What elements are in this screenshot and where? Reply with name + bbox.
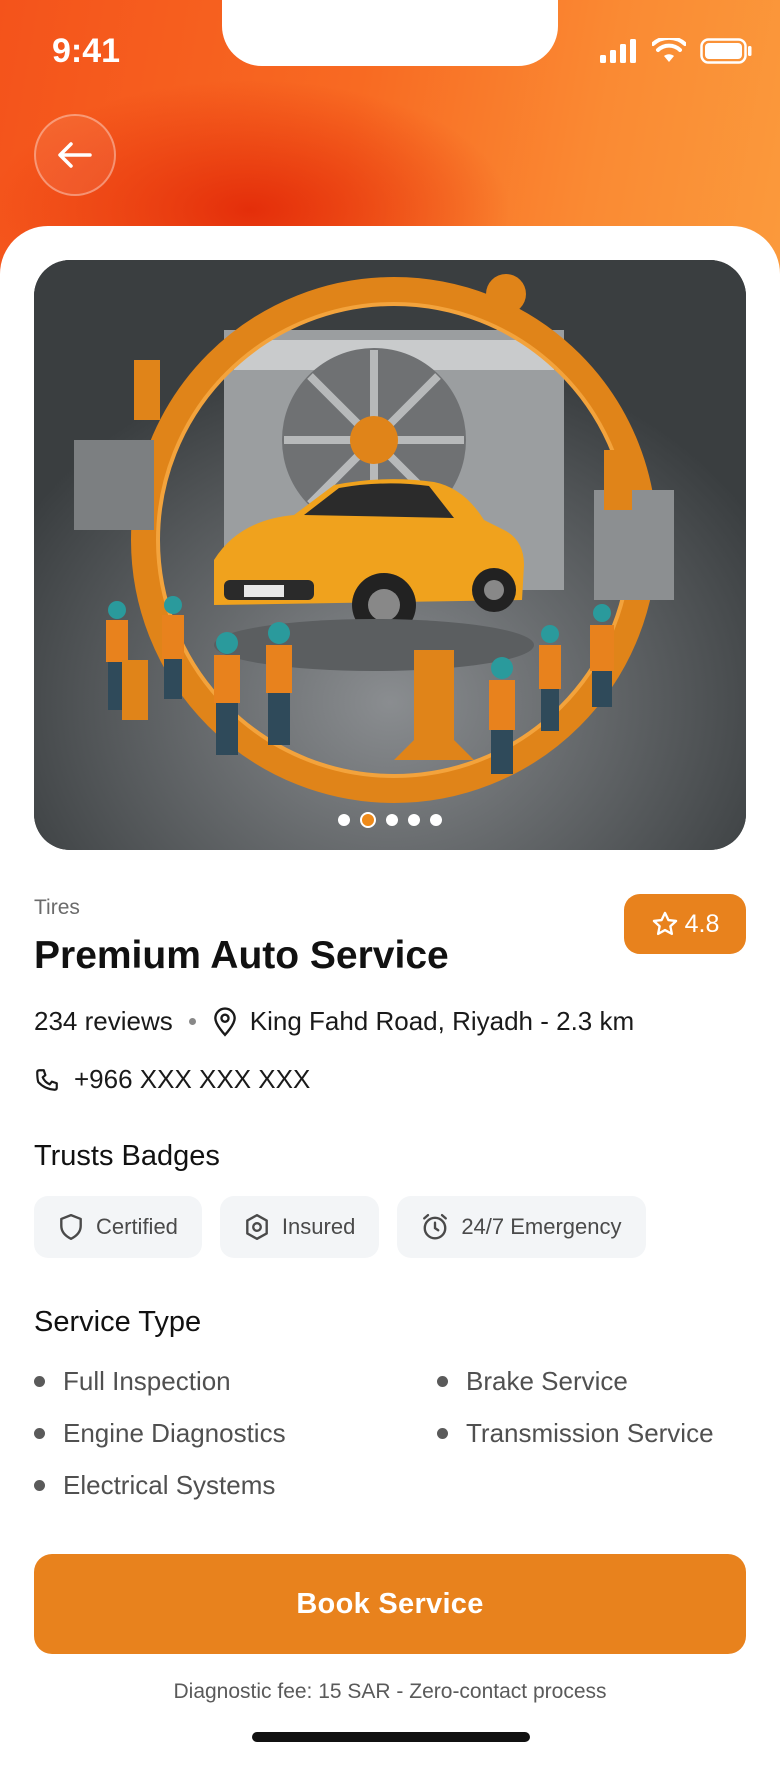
phone-row[interactable]: +966 XXX XXX XXX: [34, 1064, 310, 1095]
hexagon-badge-icon: [246, 1213, 268, 1241]
bullet: [437, 1376, 448, 1387]
diagnostic-fee-note: Diagnostic fee: 15 SAR - Zero-contact pr…: [173, 1680, 607, 1703]
shield-icon: [60, 1213, 82, 1241]
trust-badges: Certified Insured 24/7 Emergency: [34, 1196, 646, 1258]
rating-value: 4.8: [684, 909, 720, 938]
battery-icon: [700, 38, 752, 64]
badge-label: Insured: [281, 1214, 356, 1239]
back-button[interactable]: [34, 114, 116, 196]
shop-phone[interactable]: +966 XXX XXX XXX: [74, 1064, 310, 1095]
home-indicator[interactable]: [252, 1732, 530, 1742]
service-label: Full Inspection: [63, 1366, 231, 1396]
status-icons: [600, 38, 752, 64]
signal-icon: [600, 39, 636, 63]
service-item: Engine Diagnostics: [34, 1418, 286, 1449]
status-time: 9:41: [52, 32, 121, 70]
carousel-dot[interactable]: [430, 814, 442, 826]
bullet: [437, 1428, 448, 1439]
trust-badges-title: Trusts Badges: [34, 1140, 220, 1172]
service-type-title: Service Type: [34, 1306, 202, 1338]
device-notch: [222, 0, 558, 66]
wifi-icon: [652, 38, 686, 62]
shop-meta: 234 reviews King Fahd Road, Riyadh - 2.3…: [34, 1006, 634, 1037]
bullet: [34, 1480, 45, 1491]
service-label: Electrical Systems: [63, 1470, 276, 1500]
carousel-dot[interactable]: [408, 814, 420, 826]
service-item: Full Inspection: [34, 1366, 231, 1397]
shop-location[interactable]: King Fahd Road, Riyadh - 2.3 km: [250, 1006, 634, 1037]
carousel-dots: [34, 812, 746, 828]
rating-badge: 4.8: [624, 894, 746, 954]
location-pin-icon: [213, 1006, 236, 1037]
service-label: Brake Service: [466, 1366, 628, 1396]
star-icon: [652, 911, 677, 936]
shop-name: Premium Auto Service: [34, 934, 449, 977]
badge-label: Certified: [96, 1214, 178, 1239]
bullet: [34, 1428, 45, 1439]
bullet: [34, 1376, 45, 1387]
book-service-button[interactable]: Book Service: [34, 1554, 746, 1654]
service-item: Transmission Service: [437, 1418, 714, 1449]
badge-insured: Insured: [219, 1196, 380, 1258]
service-label: Engine Diagnostics: [63, 1418, 286, 1448]
reviews-count[interactable]: 234 reviews: [34, 1006, 173, 1037]
badge-emergency: 24/7 Emergency: [397, 1196, 646, 1258]
badge-certified: Certified: [34, 1196, 202, 1258]
service-item: Electrical Systems: [34, 1470, 275, 1501]
arrow-left-icon: [58, 142, 92, 168]
service-image-carousel[interactable]: [34, 260, 746, 850]
phone-icon: [36, 1068, 58, 1091]
service-item: Brake Service: [437, 1366, 628, 1397]
service-label: Transmission Service: [466, 1418, 714, 1448]
badge-label: 24/7 Emergency: [461, 1214, 622, 1239]
carousel-dot[interactable]: [386, 814, 398, 826]
alarm-clock-icon: [423, 1213, 448, 1240]
carousel-dot[interactable]: [338, 814, 350, 826]
separator-dot: [188, 1018, 196, 1025]
garage-illustration: [34, 260, 746, 850]
shop-category: Tires: [34, 896, 80, 919]
carousel-dot-active[interactable]: [360, 812, 376, 828]
